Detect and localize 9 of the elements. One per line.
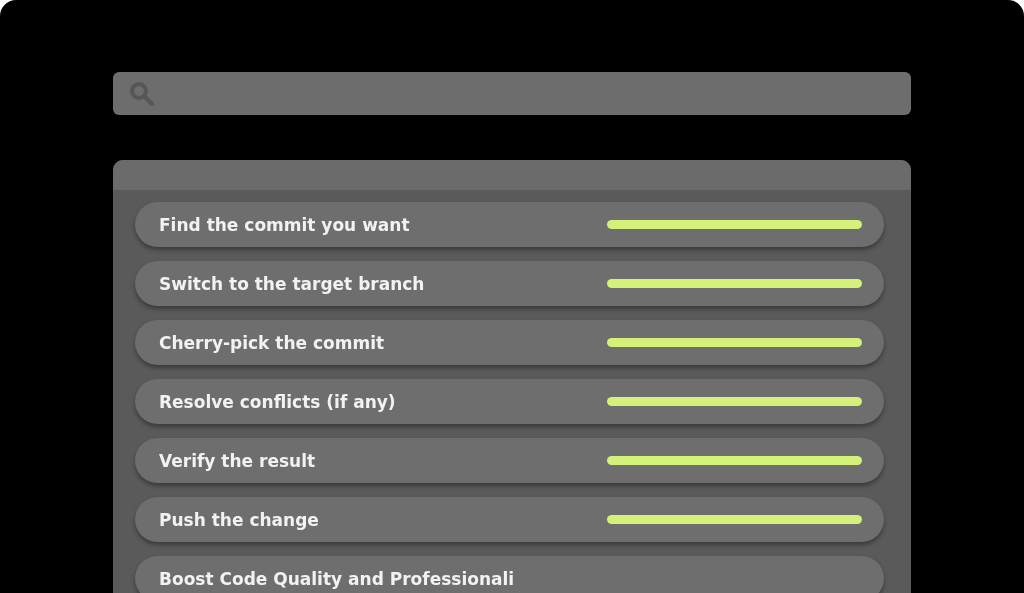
step-label: Push the change xyxy=(159,509,319,530)
step-label: Boost Code Quality and Professionali xyxy=(159,568,515,589)
step-label: Verify the result xyxy=(159,450,316,471)
step-label: Resolve conflicts (if any) xyxy=(159,391,396,412)
step-label: Switch to the target branch xyxy=(159,273,425,294)
search-icon xyxy=(129,80,155,107)
search-field[interactable] xyxy=(113,72,911,115)
step-label: Find the commit you want xyxy=(159,214,410,235)
step-label: Cherry-pick the commit xyxy=(159,332,385,353)
